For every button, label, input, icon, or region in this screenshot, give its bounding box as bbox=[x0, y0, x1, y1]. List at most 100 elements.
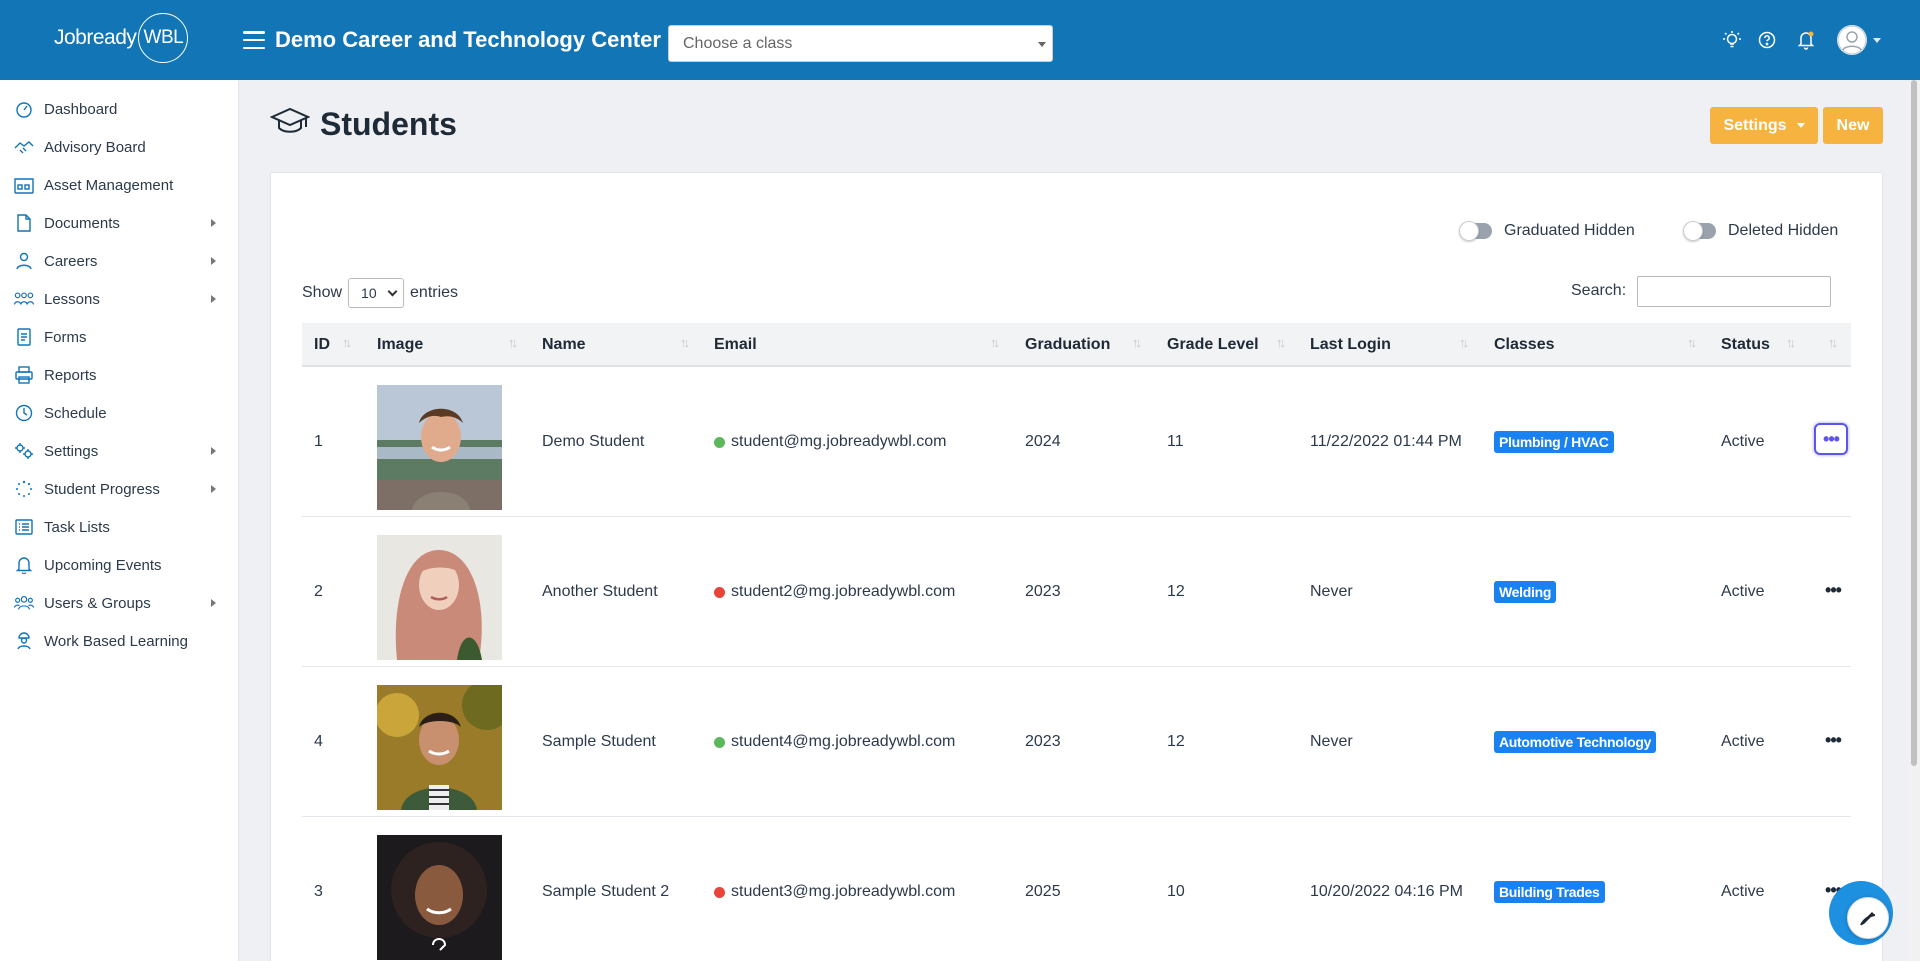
cell-name: Sample Student 2 bbox=[542, 883, 670, 900]
graduated-hidden-toggle[interactable]: Graduated Hidden bbox=[1459, 221, 1635, 241]
sort-icon[interactable]: ↑↓ bbox=[1828, 335, 1838, 350]
cell-status: Active bbox=[1721, 583, 1765, 600]
sort-icon[interactable]: ↑↓ bbox=[990, 335, 1000, 350]
class-badge[interactable]: Plumbing / HVAC bbox=[1494, 431, 1614, 453]
chevron-right-icon bbox=[211, 599, 216, 607]
users-icon bbox=[14, 593, 34, 613]
sidebar-item-reports[interactable]: Reports bbox=[0, 356, 239, 394]
class-badge[interactable]: Building Trades bbox=[1494, 881, 1605, 903]
column-header-status[interactable]: Status bbox=[1721, 323, 1770, 367]
deleted-hidden-toggle[interactable]: Deleted Hidden bbox=[1683, 221, 1838, 241]
sidebar-item-users-groups[interactable]: Users & Groups bbox=[0, 584, 239, 622]
chevron-down-icon bbox=[1038, 42, 1046, 47]
dashboard-icon bbox=[14, 99, 34, 119]
classroom-icon bbox=[14, 289, 34, 309]
sort-icon[interactable]: ↑↓ bbox=[1132, 335, 1142, 350]
class-badge[interactable]: Automotive Technology bbox=[1494, 731, 1657, 753]
cell-last-login: Never bbox=[1310, 583, 1353, 600]
table-row[interactable]: 2 Another Student student2@mg.jobreadywb… bbox=[302, 517, 1851, 667]
sidebar-item-settings[interactable]: Settings bbox=[0, 432, 239, 470]
help-icon[interactable] bbox=[1756, 29, 1778, 51]
entries-select[interactable]: 10 bbox=[348, 278, 405, 308]
row-actions-button[interactable]: ••• bbox=[1822, 580, 1844, 600]
document-icon bbox=[14, 213, 34, 233]
student-photo[interactable] bbox=[377, 835, 502, 960]
column-header-graduation[interactable]: Graduation bbox=[1025, 323, 1110, 367]
search-input[interactable] bbox=[1637, 276, 1831, 307]
settings-button-label: Settings bbox=[1723, 116, 1787, 134]
cell-email[interactable]: student4@mg.jobreadywbl.com bbox=[714, 667, 955, 817]
toggle-switch[interactable] bbox=[1459, 221, 1492, 241]
app-logo[interactable]: Jobready WBL bbox=[54, 13, 189, 63]
sidebar-item-forms[interactable]: Forms bbox=[0, 318, 239, 356]
cell-name: Sample Student bbox=[542, 733, 656, 750]
menu-toggle-icon[interactable] bbox=[243, 31, 265, 49]
class-badge[interactable]: Welding bbox=[1494, 581, 1557, 603]
sidebar-item-upcoming-events[interactable]: Upcoming Events bbox=[0, 546, 239, 584]
sidebar-item-task-lists[interactable]: Task Lists bbox=[0, 508, 239, 546]
sidebar-item-schedule[interactable]: Schedule bbox=[0, 394, 239, 432]
column-header-email[interactable]: Email bbox=[714, 323, 757, 367]
cell-id: 2 bbox=[314, 583, 323, 600]
table-row[interactable]: 3 Sample Student 2 student3@mg.jobreadyw… bbox=[302, 817, 1851, 961]
column-header-id[interactable]: ID bbox=[314, 323, 330, 367]
list-icon bbox=[14, 517, 34, 537]
bell-icon[interactable] bbox=[1795, 29, 1817, 51]
student-photo[interactable] bbox=[377, 385, 502, 510]
sidebar-item-label: Dashboard bbox=[44, 100, 118, 118]
sidebar-item-work-based-learning[interactable]: Work Based Learning bbox=[0, 622, 239, 660]
sort-icon[interactable]: ↑↓ bbox=[680, 335, 690, 350]
sort-icon[interactable]: ↑↓ bbox=[342, 335, 352, 350]
page-scrollbar[interactable] bbox=[1908, 80, 1920, 961]
column-header-last-login[interactable]: Last Login bbox=[1310, 323, 1391, 367]
sort-icon[interactable]: ↑↓ bbox=[1459, 335, 1469, 350]
email-status-dot bbox=[714, 436, 725, 448]
toggle-switch[interactable] bbox=[1683, 221, 1716, 241]
avatar-dropdown-icon[interactable] bbox=[1873, 38, 1881, 43]
cell-name: Another Student bbox=[542, 583, 658, 600]
sidebar-item-documents[interactable]: Documents bbox=[0, 204, 239, 242]
search-label: Search: bbox=[1571, 282, 1627, 299]
table-row[interactable]: 1 Demo Student student@mg.jobreadywbl.co… bbox=[302, 367, 1851, 517]
sidebar-item-student-progress[interactable]: Student Progress bbox=[0, 470, 239, 508]
cell-classes: Welding bbox=[1494, 517, 1557, 667]
sidebar-item-label: Users & Groups bbox=[44, 594, 151, 612]
cell-email[interactable]: student3@mg.jobreadywbl.com bbox=[714, 817, 955, 961]
cell-graduation: 2025 bbox=[1025, 883, 1061, 900]
chevron-down-icon bbox=[1796, 123, 1805, 128]
sidebar-item-lessons[interactable]: Lessons bbox=[0, 280, 239, 318]
table-row[interactable]: 4 Sample Student student4@mg.jobreadywbl… bbox=[302, 667, 1851, 817]
row-actions-button[interactable]: ••• bbox=[1822, 730, 1844, 750]
sort-icon[interactable]: ↑↓ bbox=[508, 335, 518, 350]
sidebar-item-dashboard[interactable]: Dashboard bbox=[0, 90, 239, 128]
cell-email[interactable]: student2@mg.jobreadywbl.com bbox=[714, 517, 955, 667]
email-status-dot bbox=[714, 736, 725, 748]
column-header-classes[interactable]: Classes bbox=[1494, 323, 1555, 367]
sort-icon[interactable]: ↑↓ bbox=[1276, 335, 1286, 350]
column-header-grade-level[interactable]: Grade Level bbox=[1167, 323, 1259, 367]
sort-icon[interactable]: ↑↓ bbox=[1687, 335, 1697, 350]
scrollbar-thumb[interactable] bbox=[1911, 80, 1917, 766]
column-header-name[interactable]: Name bbox=[542, 323, 586, 367]
sort-icon[interactable]: ↑↓ bbox=[1786, 335, 1796, 350]
row-actions-button[interactable]: ••• bbox=[1814, 423, 1848, 455]
sidebar-item-advisory-board[interactable]: Advisory Board bbox=[0, 128, 239, 166]
cell-email[interactable]: student@mg.jobreadywbl.com bbox=[714, 367, 946, 517]
chevron-right-icon bbox=[211, 447, 216, 455]
user-avatar[interactable] bbox=[1837, 25, 1867, 55]
class-select[interactable]: Choose a class bbox=[668, 25, 1053, 62]
edit-pen-icon[interactable] bbox=[1847, 897, 1889, 939]
sidebar-item-careers[interactable]: Careers bbox=[0, 242, 239, 280]
student-photo[interactable] bbox=[377, 685, 502, 810]
top-bar: Jobready WBL Demo Career and Technology … bbox=[0, 0, 1920, 80]
email-text: student2@mg.jobreadywbl.com bbox=[731, 583, 956, 600]
student-photo[interactable] bbox=[377, 535, 502, 660]
lightbulb-icon[interactable] bbox=[1721, 29, 1743, 51]
settings-button[interactable]: Settings bbox=[1710, 107, 1818, 144]
cell-grade-level: 12 bbox=[1167, 583, 1185, 600]
new-button[interactable]: New bbox=[1823, 107, 1883, 144]
chevron-down-icon bbox=[387, 286, 398, 297]
column-header-image[interactable]: Image bbox=[377, 323, 423, 367]
sidebar-item-asset-management[interactable]: Asset Management bbox=[0, 166, 239, 204]
sidebar-item-label: Schedule bbox=[44, 404, 107, 422]
